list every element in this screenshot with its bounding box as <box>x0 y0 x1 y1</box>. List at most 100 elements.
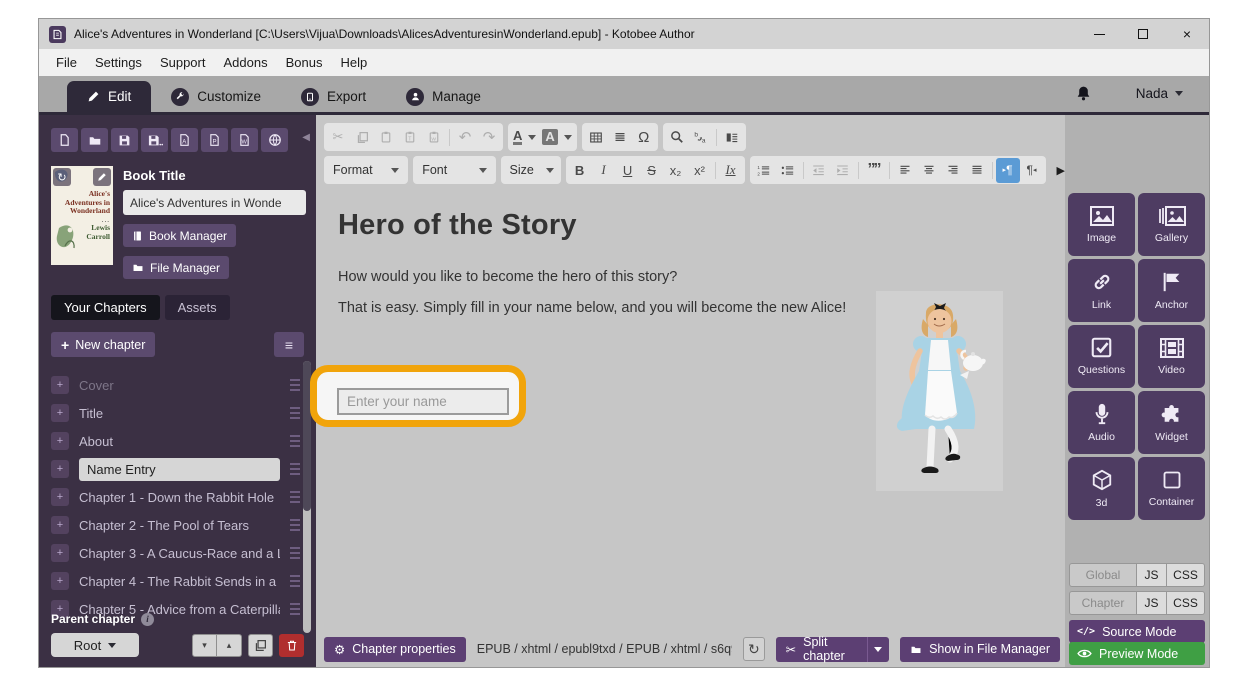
underline-button[interactable]: U <box>616 158 640 183</box>
remove-format-button[interactable]: Ix <box>719 158 743 183</box>
chapter-properties-button[interactable]: ⚙ Chapter properties <box>324 637 466 662</box>
source-mode-button[interactable]: </> Source Mode <box>1069 620 1205 643</box>
add-subchapter-button[interactable]: + <box>51 432 69 450</box>
chapter-row-2[interactable]: + Chapter 2 - The Pool of Tears <box>51 511 300 539</box>
strikethrough-button[interactable]: S <box>640 158 664 183</box>
menu-help[interactable]: Help <box>331 51 376 74</box>
add-subchapter-button[interactable]: + <box>51 488 69 506</box>
maximize-button[interactable] <box>1121 19 1165 49</box>
alice-image[interactable] <box>876 291 1003 491</box>
questions-widget-button[interactable]: Questions <box>1068 325 1135 388</box>
background-color-button[interactable]: A <box>539 125 574 150</box>
notifications-bell-icon[interactable] <box>1076 85 1091 102</box>
redo-button[interactable]: ↷ <box>477 125 501 150</box>
save-button[interactable] <box>111 128 138 152</box>
subscript-button[interactable]: x₂ <box>664 158 688 183</box>
align-right-button[interactable] <box>941 158 965 183</box>
drag-handle-icon[interactable] <box>290 407 300 420</box>
move-chapter-down-button[interactable]: ▾ <box>192 634 217 657</box>
drag-handle-icon[interactable] <box>290 547 300 560</box>
insert-table-button[interactable] <box>584 125 608 150</box>
menu-addons[interactable]: Addons <box>214 51 276 74</box>
font-dropdown[interactable]: Font <box>413 156 495 184</box>
paste-as-text-button[interactable]: T <box>398 125 422 150</box>
delete-chapter-button[interactable] <box>279 634 304 657</box>
cut-button[interactable]: ✂ <box>326 125 350 150</box>
audio-widget-button[interactable]: Audio <box>1068 391 1135 454</box>
book-title-input[interactable] <box>123 190 306 215</box>
text-color-button[interactable]: A <box>510 125 539 150</box>
indent-button[interactable] <box>831 158 855 183</box>
anchor-widget-button[interactable]: Anchor <box>1138 259 1205 322</box>
export-ppt-button[interactable]: P <box>201 128 228 152</box>
superscript-button[interactable]: x² <box>688 158 712 183</box>
file-manager-button[interactable]: File Manager <box>123 256 229 279</box>
tab-edit[interactable]: Edit <box>67 81 151 112</box>
undo-button[interactable]: ↶ <box>453 125 477 150</box>
chapter-row-title[interactable]: + Title <box>51 399 300 427</box>
italic-button[interactable]: I <box>592 158 616 183</box>
more-tools-icon[interactable]: ▶ <box>1057 164 1065 177</box>
widget-widget-button[interactable]: Widget <box>1138 391 1205 454</box>
new-book-button[interactable] <box>51 128 78 152</box>
edit-cover-button[interactable] <box>93 168 111 186</box>
ordered-list-button[interactable]: 12 <box>752 158 776 183</box>
add-subchapter-button[interactable]: + <box>51 376 69 394</box>
horizontal-line-button[interactable] <box>608 125 632 150</box>
drag-handle-icon[interactable] <box>290 575 300 588</box>
align-center-button[interactable] <box>917 158 941 183</box>
copy-button[interactable] <box>350 125 374 150</box>
drag-handle-icon[interactable] <box>290 435 300 448</box>
drag-handle-icon[interactable] <box>290 491 300 504</box>
drag-handle-icon[interactable] <box>290 379 300 392</box>
close-button[interactable]: × <box>1165 19 1209 49</box>
global-js-button[interactable]: JS <box>1137 563 1167 587</box>
refresh-cover-button[interactable]: ↻ <box>53 168 71 186</box>
paste-from-word-button[interactable]: W <box>422 125 446 150</box>
chapter-row-3[interactable]: + Chapter 3 - A Caucus-Race and a Long T <box>51 539 300 567</box>
global-css-button[interactable]: CSS <box>1167 563 1205 587</box>
chapter-row-4[interactable]: + Chapter 4 - The Rabbit Sends in a Litt… <box>51 567 300 595</box>
export-word-button[interactable]: W <box>231 128 258 152</box>
tab-your-chapters[interactable]: Your Chapters <box>51 295 160 320</box>
special-character-button[interactable]: Ω <box>632 125 656 150</box>
chapter-row-about[interactable]: + About <box>51 427 300 455</box>
parent-chapter-dropdown[interactable]: Root <box>51 633 139 657</box>
bold-button[interactable]: B <box>568 158 592 183</box>
drag-handle-icon[interactable] <box>290 463 300 476</box>
chapter-menu-button[interactable]: ≡ <box>274 332 304 357</box>
align-justify-button[interactable] <box>965 158 989 183</box>
open-book-button[interactable] <box>81 128 108 152</box>
book-cover-thumbnail[interactable]: Alice's Adventures in Wonderland ... Lew… <box>51 166 113 265</box>
replace-button[interactable]: ba <box>689 125 713 150</box>
split-chapter-button[interactable]: ✂ Split chapter <box>776 637 868 662</box>
menu-support[interactable]: Support <box>151 51 215 74</box>
save-as-button[interactable] <box>141 128 168 152</box>
chapter-row-cover[interactable]: + Cover <box>51 371 300 399</box>
drag-handle-icon[interactable] <box>290 519 300 532</box>
text-direction-rtl-button[interactable]: ¶◂ <box>1020 158 1044 183</box>
publish-online-button[interactable] <box>261 128 288 152</box>
tab-export[interactable]: Export <box>281 81 386 112</box>
preview-mode-button[interactable]: Preview Mode <box>1069 642 1205 665</box>
search-button[interactable] <box>665 125 689 150</box>
add-subchapter-button[interactable]: + <box>51 460 69 478</box>
chapter-js-button[interactable]: JS <box>1137 591 1167 615</box>
menu-file[interactable]: File <box>47 51 86 74</box>
align-left-button[interactable] <box>893 158 917 183</box>
add-subchapter-button[interactable]: + <box>51 404 69 422</box>
size-dropdown[interactable]: Size <box>501 156 561 184</box>
chapter-row-1[interactable]: + Chapter 1 - Down the Rabbit Hole <box>51 483 300 511</box>
format-dropdown[interactable]: Format <box>324 156 408 184</box>
outdent-button[interactable] <box>807 158 831 183</box>
menu-bonus[interactable]: Bonus <box>277 51 332 74</box>
move-chapter-up-button[interactable]: ▴ <box>217 634 242 657</box>
chapter-css-button[interactable]: CSS <box>1167 591 1205 615</box>
add-subchapter-button[interactable]: + <box>51 516 69 534</box>
add-subchapter-button[interactable]: + <box>51 544 69 562</box>
video-widget-button[interactable]: Video <box>1138 325 1205 388</box>
chapter-row-name-entry[interactable]: + Name Entry <box>51 455 300 483</box>
3d-widget-button[interactable]: 3d <box>1068 457 1135 520</box>
show-in-file-manager-button[interactable]: Show in File Manager <box>900 637 1060 662</box>
gallery-widget-button[interactable]: Gallery <box>1138 193 1205 256</box>
